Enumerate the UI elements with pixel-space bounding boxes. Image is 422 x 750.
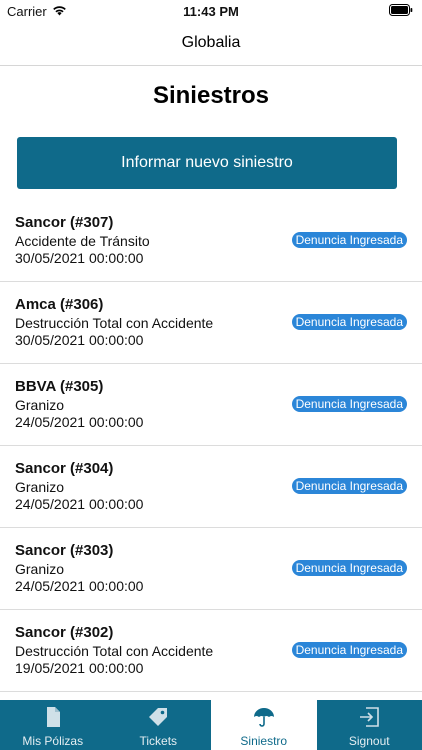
page-title: Siniestros xyxy=(152,82,270,109)
claim-row[interactable]: Sancor (#307) Accidente de Tránsito 30/0… xyxy=(0,200,422,282)
tag-icon xyxy=(149,708,168,726)
claim-type: Destrucción Total con Accidente xyxy=(15,643,214,659)
tab-signout[interactable]: Signout xyxy=(317,700,422,750)
claim-title: Amca (#306) xyxy=(15,296,104,313)
status-badge: Denuncia Ingresada xyxy=(291,232,407,248)
claims-list: Sancor (#307) Accidente de Tránsito 30/0… xyxy=(0,200,422,700)
claim-date: 30/05/2021 00:00:00 xyxy=(15,332,144,348)
claim-type: Destrucción Total con Accidente xyxy=(15,315,214,331)
claim-row[interactable]: Sancor (#302) Destrucción Total con Acci… xyxy=(0,610,422,692)
claim-date: 24/05/2021 00:00:00 xyxy=(15,496,144,512)
tab-label: Tickets xyxy=(139,734,178,748)
status-badge: Denuncia Ingresada xyxy=(291,396,407,412)
claim-title: Sancor (#303) xyxy=(15,542,114,559)
clock: 11:43 PM xyxy=(183,4,239,19)
claim-row[interactable]: Sancor (#303) Granizo 24/05/2021 00:00:0… xyxy=(0,528,422,610)
navigation-bar: Globalia xyxy=(0,24,422,66)
claim-type: Granizo xyxy=(15,561,65,577)
signout-icon xyxy=(360,707,380,727)
claim-type: Granizo xyxy=(15,397,65,413)
claim-date: 30/05/2021 00:00:00 xyxy=(15,250,144,266)
tab-bar: Mis Pólizas Tickets Siniestro Signout xyxy=(0,700,422,750)
tab-siniestro[interactable]: Siniestro xyxy=(211,700,317,750)
new-claim-button[interactable]: Informar nuevo siniestro xyxy=(17,137,397,189)
document-icon xyxy=(46,707,60,727)
status-badge: Denuncia Ingresada xyxy=(291,478,407,494)
status-badge: Denuncia Ingresada xyxy=(291,560,407,576)
claim-date: 24/05/2021 00:00:00 xyxy=(15,414,144,430)
claim-title: Sancor (#302) xyxy=(15,624,114,641)
battery-icon xyxy=(389,4,413,16)
claim-date: 19/05/2021 00:00:00 xyxy=(15,660,144,676)
umbrella-icon xyxy=(253,708,274,727)
app-title: Globalia xyxy=(181,34,241,51)
claim-date: 24/05/2021 00:00:00 xyxy=(15,578,144,594)
claim-title: Sancor (#307) xyxy=(15,214,114,231)
status-bar: Carrier 11:43 PM xyxy=(0,0,422,24)
tab-mis-polizas[interactable]: Mis Pólizas xyxy=(0,700,106,750)
tab-label: Siniestro xyxy=(240,734,288,748)
claim-row[interactable]: BBVA (#305) Granizo 24/05/2021 00:00:00 … xyxy=(0,364,422,446)
claim-type: Granizo xyxy=(15,479,65,495)
tab-label: Signout xyxy=(348,734,390,748)
claim-row[interactable]: Amca (#306) Destrucción Total con Accide… xyxy=(0,282,422,364)
claim-title: Sancor (#304) xyxy=(15,460,114,477)
tab-label: Mis Pólizas xyxy=(22,734,84,748)
tab-tickets[interactable]: Tickets xyxy=(106,700,212,750)
claim-title: BBVA (#305) xyxy=(15,378,104,395)
claim-row[interactable]: Sancor (#304) Granizo 24/05/2021 00:00:0… xyxy=(0,446,422,528)
claim-type: Accidente de Tránsito xyxy=(15,233,150,249)
status-badge: Denuncia Ingresada xyxy=(291,642,407,658)
status-badge: Denuncia Ingresada xyxy=(291,314,407,330)
